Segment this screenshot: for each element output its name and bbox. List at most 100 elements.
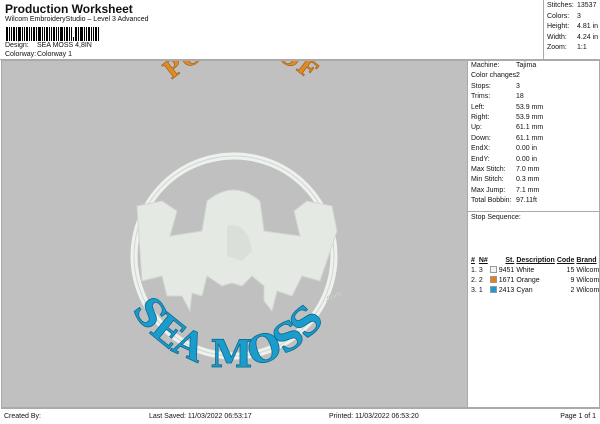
- printed-date: Printed: 11/03/2022 06:53:20: [329, 413, 419, 420]
- logo-top-text: POWER OF: [157, 61, 323, 85]
- property-value: 7.0 mm: [516, 166, 540, 173]
- color-swatch: [489, 286, 497, 293]
- property-label: Left:: [471, 103, 485, 111]
- color-code: 15: [566, 266, 575, 274]
- property-row: Trims: 18: [471, 93, 524, 100]
- worksheet-header: Production Worksheet Wilcom EmbroiderySt…: [1, 1, 543, 60]
- property-value: 18: [516, 93, 524, 101]
- property-row: Up: 61.1 mm: [471, 124, 543, 131]
- page-number: Page 1 of 1: [560, 413, 596, 420]
- property-value: 97.11ft: [516, 197, 537, 205]
- info-value: 13537: [577, 2, 597, 9]
- column-header: N#: [478, 257, 488, 264]
- column-header: Description: [516, 257, 555, 264]
- info-label: Zoom:: [547, 44, 567, 51]
- property-label: Min Stitch:: [471, 176, 504, 184]
- info-label: Width:: [547, 33, 567, 41]
- property-label: Stops:: [471, 82, 491, 90]
- property-value: 2: [516, 72, 520, 80]
- property-row: Total Bobbin: 97.11ft: [471, 197, 537, 204]
- property-row: Left: 53.9 mm: [471, 104, 543, 111]
- property-value: 0.00 in: [516, 155, 538, 163]
- property-label: Color changes:: [471, 72, 519, 80]
- property-row: Min Stitch: 0.3 mm: [471, 176, 539, 183]
- logo-bottom-text: SEA MOSS: [124, 288, 332, 376]
- brand: Wilcom: [576, 276, 600, 284]
- property-label: Right:: [471, 114, 490, 121]
- column-header: #: [471, 257, 475, 264]
- property-row: Right: 53.9 mm: [471, 114, 543, 121]
- thread-number: 1671: [498, 277, 515, 284]
- info-label: Colors:: [547, 12, 570, 20]
- property-row: Machine: Tajima: [471, 62, 536, 69]
- property-row: Max Stitch: 7.0 mm: [471, 166, 539, 173]
- embroidery-logo: POWER OF SEA MOSS .com: [124, 30, 343, 377]
- column-header: Code: [556, 257, 575, 264]
- stop-sequence-title: Stop Sequence:: [468, 211, 599, 223]
- info-label: Stitches:: [547, 2, 574, 9]
- property-label: Max Stitch:: [471, 166, 506, 173]
- stop-sequence-table: # N# St. Description Code Brand 1. 3 9451 White…: [470, 256, 600, 295]
- worksheet-footer: Created By: Last Saved: 11/03/2022 06:53…: [1, 408, 600, 424]
- thread-number: 2413: [498, 287, 515, 294]
- property-row: Down: 61.1 mm: [471, 135, 543, 142]
- column-header: Brand: [576, 257, 597, 264]
- property-row: Stops: 3: [471, 83, 520, 90]
- property-value: 61.1 mm: [516, 134, 544, 142]
- colorway-label: Colorway:: [5, 51, 37, 58]
- property-label: Down:: [471, 134, 491, 142]
- property-row: EndY: 0.00 in: [471, 156, 537, 163]
- property-value: 0.3 mm: [516, 176, 540, 184]
- property-value: 53.9 mm: [516, 103, 544, 111]
- info-value: 4.24 in: [577, 33, 599, 41]
- page-title: Production Worksheet: [5, 2, 133, 16]
- info-row: Colors: 3: [547, 13, 581, 20]
- info-row: Zoom: 1:1: [547, 44, 587, 51]
- design-properties-panel: Machine: Tajima Color changes:2 Stops: 3 Trim…: [468, 60, 600, 408]
- info-value: 4.81 in: [577, 23, 599, 30]
- info-row: Stitches: 13537: [547, 2, 596, 9]
- info-value: 1:1: [577, 44, 587, 51]
- info-label: Height:: [547, 23, 570, 30]
- property-label: Trims:: [471, 93, 491, 101]
- design-value: SEA MOSS 4,8IN: [37, 42, 92, 49]
- color-code: 2: [570, 286, 575, 294]
- color-swatch: [489, 266, 497, 273]
- color-description: Cyan: [516, 286, 533, 294]
- property-value: 3: [516, 82, 520, 90]
- info-row: Width: 4.24 in: [547, 34, 598, 41]
- property-row: Color changes:2: [471, 72, 520, 79]
- property-row: EndX: 0.00 in: [471, 145, 537, 152]
- property-label: EndX:: [471, 145, 491, 153]
- row-index: 3.: [471, 286, 477, 294]
- property-label: Total Bobbin:: [471, 197, 512, 205]
- table-row: 2. 2 1671 Orange 9 Wilcom: [470, 275, 600, 285]
- design-label: Design:: [5, 42, 29, 49]
- design-row: Design: SEA MOSS 4,8IN: [5, 42, 92, 49]
- property-label: Up:: [471, 124, 482, 132]
- design-info-box: Stitches: 13537 Colors: 3 Height: 4.81 in Widt…: [543, 0, 600, 60]
- needle-number: 3: [478, 266, 483, 274]
- color-description: White: [516, 266, 535, 274]
- row-index: 1.: [471, 266, 477, 274]
- created-by: Created By:: [4, 413, 41, 420]
- last-saved: Last Saved: 11/03/2022 06:53:17: [149, 413, 252, 420]
- brand: Wilcom: [576, 266, 600, 274]
- needle-number: 1: [478, 286, 483, 294]
- property-label: EndY:: [471, 155, 490, 163]
- color-code: 9: [570, 276, 575, 284]
- property-label: Machine:: [471, 62, 500, 69]
- brand: Wilcom: [576, 286, 600, 294]
- property-label: Max Jump:: [471, 186, 506, 194]
- color-swatch: [489, 276, 497, 283]
- property-value: 0.00 in: [516, 145, 538, 153]
- property-value: 53.9 mm: [516, 114, 544, 121]
- thread-number: 9451: [498, 267, 515, 274]
- info-row: Height: 4.81 in: [547, 23, 598, 30]
- property-value: 7.1 mm: [516, 186, 540, 194]
- table-row: 3. 1 2413 Cyan 2 Wilcom: [470, 285, 600, 295]
- info-value: 3: [577, 12, 581, 20]
- property-row: Max Jump: 7.1 mm: [471, 187, 539, 194]
- row-index: 2.: [471, 276, 477, 284]
- barcode: [6, 27, 118, 41]
